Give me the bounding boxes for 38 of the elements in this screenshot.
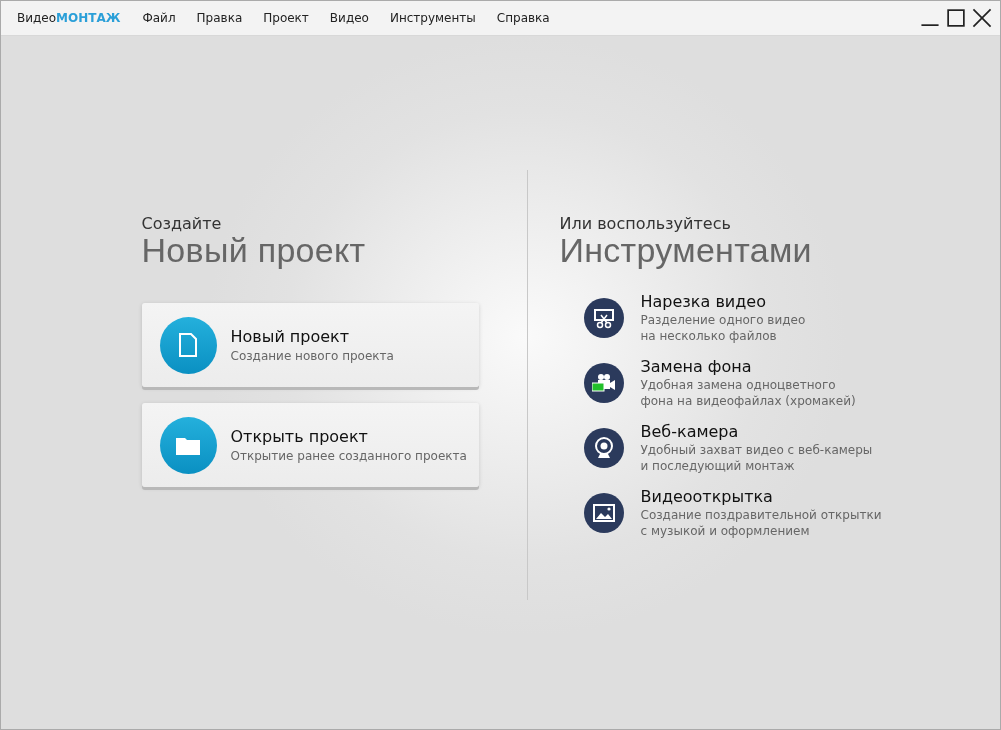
action-title: Открыть проект bbox=[230, 427, 369, 446]
menu-item[interactable]: Проект bbox=[263, 9, 309, 27]
document-icon bbox=[179, 333, 197, 357]
section-caption: Или воспользуйтесь bbox=[559, 214, 732, 233]
tool-button[interactable] bbox=[583, 428, 624, 468]
film-scissors-icon bbox=[592, 307, 615, 329]
tool-description: Создание поздравительной открытки с музыкой и оформлением bbox=[640, 507, 882, 539]
tool-description: Удобный захват видео с веб-камеры и последующий монтаж bbox=[640, 442, 873, 474]
section-caption: Создайте bbox=[141, 214, 223, 233]
maximize-icon[interactable] bbox=[946, 8, 966, 28]
tool-description: Удобная замена одноцветного фона на видеофайлах (хромакей) bbox=[640, 377, 856, 409]
app-logo-text: Видео bbox=[17, 11, 57, 25]
tool-title[interactable]: Нарезка видео bbox=[640, 292, 806, 312]
tool-button[interactable] bbox=[583, 493, 624, 533]
menu-item[interactable]: Файл bbox=[142, 9, 176, 27]
tool-description: Разделение одного видео на несколько файлов bbox=[640, 312, 806, 344]
tool-title[interactable]: Замена фона bbox=[640, 357, 856, 377]
section-heading: Новый проект bbox=[141, 231, 367, 270]
menu-item[interactable]: Справка bbox=[496, 9, 550, 27]
webcam-icon bbox=[593, 437, 614, 459]
image-icon bbox=[592, 504, 615, 522]
tool-title[interactable]: Видеооткрытка bbox=[640, 487, 882, 507]
project-action-button[interactable]: Новый проект Создание нового проекта bbox=[141, 303, 479, 387]
tool-button[interactable] bbox=[583, 363, 624, 403]
action-title: Новый проект bbox=[230, 327, 351, 346]
tool-button[interactable] bbox=[583, 298, 624, 338]
action-subtitle: Открытие ранее созданного проекта bbox=[230, 449, 467, 463]
tool-title[interactable]: Веб-камера bbox=[640, 422, 873, 442]
menu-item[interactable]: Инструменты bbox=[389, 9, 476, 27]
close-icon[interactable] bbox=[972, 8, 992, 28]
menu-item[interactable]: Видео bbox=[329, 9, 369, 27]
action-subtitle: Создание нового проекта bbox=[230, 349, 394, 363]
folder-icon bbox=[176, 435, 200, 455]
project-action-button[interactable]: Открыть проект Открытие ранее созданного проекта bbox=[141, 403, 479, 487]
menu-item[interactable]: Правка bbox=[196, 9, 243, 27]
section-heading: Инструментами bbox=[559, 231, 813, 270]
video-camera-icon bbox=[591, 373, 616, 393]
app-logo-accent-text: МОНТАЖ bbox=[56, 11, 121, 25]
